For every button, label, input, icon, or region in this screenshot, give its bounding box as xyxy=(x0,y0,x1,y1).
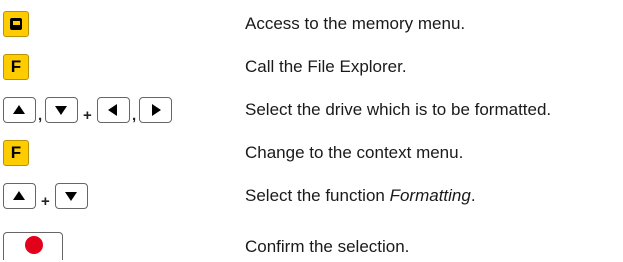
instruction-row-formatting: + Select the function Formatting. xyxy=(0,181,623,211)
comma-separator: , xyxy=(132,107,137,124)
instruction-text: Access to the memory menu. xyxy=(245,14,466,33)
memory-key-icon[interactable] xyxy=(3,11,29,37)
function-name: Formatting xyxy=(389,186,471,205)
left-arrow-key-icon[interactable] xyxy=(97,97,130,123)
instruction-row-context-menu: F Change to the context menu. xyxy=(0,138,623,168)
instruction-row-file-explorer: F Call the File Explorer. xyxy=(0,52,623,82)
instruction-text: Select the drive which is to be formatte… xyxy=(245,100,552,119)
instruction-text: Change to the context menu. xyxy=(245,143,464,162)
instruction-text: Confirm the selection. xyxy=(245,237,410,256)
plus-separator: + xyxy=(83,107,92,124)
down-arrow-key-icon[interactable] xyxy=(45,97,78,123)
up-arrow-key-icon[interactable] xyxy=(3,183,36,209)
comma-separator: , xyxy=(38,107,43,124)
red-dot-icon xyxy=(25,236,43,254)
f-key-label: F xyxy=(10,57,22,76)
plus-separator: + xyxy=(41,193,50,210)
instruction-text: Select the function Formatting. xyxy=(245,181,476,211)
f-key-label: F xyxy=(10,143,22,162)
f-key-icon[interactable]: F xyxy=(3,140,29,166)
instruction-row-memory: Access to the memory menu. xyxy=(0,9,623,39)
f-key-icon[interactable]: F xyxy=(3,54,29,80)
instruction-row-select-drive: , + , Select the drive which is to be fo… xyxy=(0,95,623,125)
memory-symbol xyxy=(10,18,22,30)
record-key-icon[interactable] xyxy=(3,232,63,260)
right-arrow-key-icon[interactable] xyxy=(139,97,172,123)
down-arrow-key-icon[interactable] xyxy=(55,183,88,209)
instruction-text-suffix: . xyxy=(470,186,476,205)
up-arrow-key-icon[interactable] xyxy=(3,97,36,123)
instruction-text: Call the File Explorer. xyxy=(245,57,407,76)
instruction-row-confirm: Confirm the selection. xyxy=(0,229,623,260)
instruction-text-prefix: Select the function xyxy=(245,186,390,205)
